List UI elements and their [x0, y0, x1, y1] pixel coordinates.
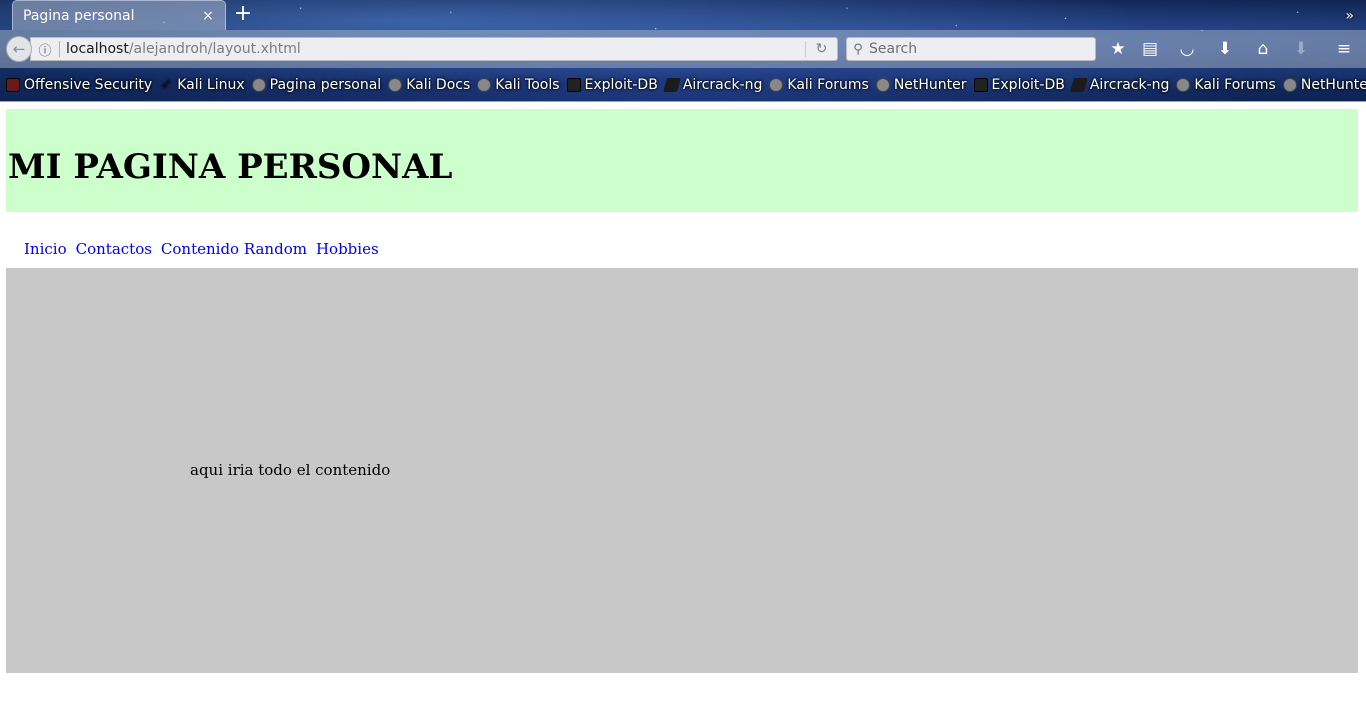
bookmark-item[interactable]: ➶ Kali Linux — [159, 76, 245, 93]
url-separator — [59, 41, 60, 57]
web-page: MI PAGINA PERSONAL Inicio Contactos Cont… — [0, 102, 1366, 714]
globe-icon — [875, 77, 890, 92]
globe-icon — [251, 77, 266, 92]
bookmark-item[interactable]: NetHunter — [1282, 76, 1366, 93]
bookmark-label: Kali Linux — [177, 76, 245, 93]
bookmark-label: Offensive Security — [24, 76, 153, 93]
menu-link-inicio[interactable]: Inicio — [24, 240, 67, 258]
bookmark-label: Exploit-DB — [991, 76, 1065, 93]
bookmark-label: Aircrack-ng — [682, 76, 763, 93]
globe-icon — [388, 77, 403, 92]
bookmarks-more-button[interactable]: » — [1345, 8, 1354, 24]
aircrack-icon — [1069, 77, 1088, 92]
bookmark-item[interactable]: Pagina personal — [251, 76, 382, 93]
bookmark-item[interactable]: Exploit-DB — [973, 76, 1065, 93]
bookmark-item[interactable]: Offensive Security — [6, 77, 152, 93]
bookmark-item[interactable]: NetHunter — [875, 76, 967, 93]
tab-title: Pagina personal — [23, 7, 135, 24]
bookmark-item[interactable]: Exploit-DB — [566, 76, 658, 93]
menu-link-contenido-random[interactable]: Contenido Random — [161, 240, 307, 258]
bookmark-label: NetHunter — [1300, 76, 1366, 93]
bookmarks-bar: Offensive Security ➶ Kali Linux Pagina pers… — [0, 68, 1366, 102]
reading-list-icon[interactable]: ▤ — [1138, 38, 1162, 60]
download-disabled-icon: ⬇ — [1293, 39, 1309, 59]
aircrack-icon — [662, 77, 681, 92]
reload-icon[interactable]: ↻ — [805, 41, 837, 57]
bookmark-label: Kali Docs — [406, 76, 471, 93]
globe-icon — [1176, 77, 1191, 92]
home-icon[interactable]: ⌂ — [1251, 38, 1275, 60]
bookmark-label: Kali Tools — [495, 76, 560, 93]
exploit-db-icon — [973, 77, 988, 92]
menu-link-contactos[interactable]: Contactos — [76, 240, 152, 258]
bookmark-item[interactable]: Kali Forums — [1176, 76, 1276, 93]
bookmark-label: Aircrack-ng — [1089, 76, 1170, 93]
page-header: MI PAGINA PERSONAL — [6, 109, 1358, 212]
bookmark-item[interactable]: Kali Docs — [388, 77, 470, 93]
kali-dragon-icon: ➶ — [160, 76, 172, 92]
menu-link-hobbies[interactable]: Hobbies — [316, 240, 379, 258]
content-area: aqui iria todo el contenido — [6, 268, 1358, 673]
bookmark-star-icon[interactable]: ★ — [1106, 38, 1130, 60]
url-host: localhost — [66, 41, 129, 57]
offsec-icon — [6, 77, 20, 92]
bookmark-item[interactable]: Aircrack-ng — [662, 76, 763, 93]
bookmark-label: NetHunter — [893, 76, 967, 93]
pocket-icon[interactable]: ◡ — [1175, 38, 1199, 60]
download-icon[interactable]: ⬇ — [1213, 38, 1237, 60]
url-bar[interactable]: ⓘ localhost /alejandroh/layout.xhtml ↻ — [30, 37, 838, 61]
bookmark-label: Pagina personal — [269, 76, 382, 93]
bookmark-item[interactable]: Kali Forums — [769, 76, 869, 93]
navigation-bar: ⓘ localhost /alejandroh/layout.xhtml ↻ ←… — [0, 30, 1366, 68]
bookmark-item[interactable]: Aircrack-ng — [1069, 76, 1170, 93]
search-input[interactable] — [869, 41, 1089, 57]
tab-close-icon[interactable]: × — [201, 8, 215, 24]
page-menu: Inicio Contactos Contenido Random Hobbie… — [24, 240, 379, 258]
new-tab-button[interactable]: + — [232, 3, 254, 26]
info-icon[interactable]: ⓘ — [31, 40, 59, 59]
back-button[interactable]: ← — [6, 36, 32, 62]
url-path: /alejandroh/layout.xhtml — [128, 41, 301, 57]
browser-chrome: Pagina personal × + ⓘ localhost /alejand… — [0, 0, 1366, 102]
search-bar[interactable]: ⚲ — [846, 37, 1096, 61]
bookmark-label: Exploit-DB — [584, 76, 658, 93]
exploit-db-icon — [566, 77, 581, 92]
globe-icon — [1282, 77, 1297, 92]
page-title: MI PAGINA PERSONAL — [8, 147, 453, 187]
bookmark-label: Kali Forums — [1194, 76, 1276, 93]
globe-icon — [769, 77, 784, 92]
browser-tab[interactable]: Pagina personal × — [12, 0, 226, 30]
globe-icon — [477, 77, 492, 92]
search-icon: ⚲ — [853, 41, 863, 57]
bookmark-label: Kali Forums — [787, 76, 869, 93]
content-text: aqui iria todo el contenido — [190, 461, 391, 479]
bookmark-item[interactable]: Kali Tools — [477, 76, 560, 93]
menu-icon[interactable]: ≡ — [1332, 38, 1356, 60]
